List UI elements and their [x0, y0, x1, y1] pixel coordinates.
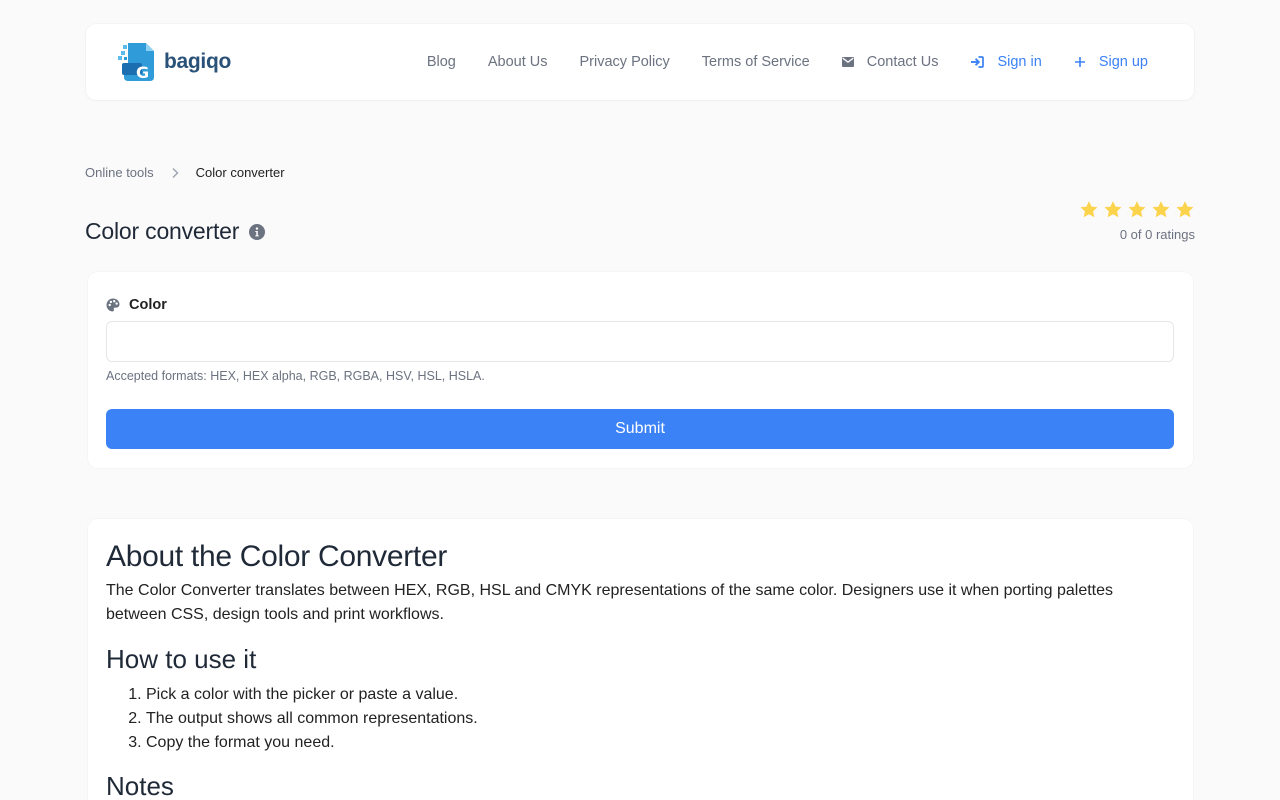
nav-privacy-link[interactable]: Privacy Policy: [580, 54, 670, 70]
howto-step: Pick a color with the picker or paste a …: [146, 683, 1175, 707]
brand-name: bagiqo: [164, 50, 232, 73]
logo-mark-icon: G: [118, 43, 154, 82]
nav-signup-label: Sign up: [1098, 54, 1148, 70]
about-description: The Color Converter translates between H…: [106, 582, 1114, 623]
palette-icon: [106, 298, 120, 312]
accepted-formats-hint: Accepted formats: HEX, HEX alpha, RGB, R…: [106, 369, 485, 383]
submit-button[interactable]: Submit: [106, 409, 1174, 449]
howto-step: Copy the format you need.: [146, 731, 1175, 755]
color-field-label: Color: [106, 297, 167, 313]
converter-form-card: Color Accepted formats: HEX, HEX alpha, …: [88, 272, 1193, 468]
star-icon[interactable]: [1151, 200, 1171, 220]
chevron-right-icon: [171, 167, 179, 179]
nav-signin-label: Sign in: [997, 54, 1042, 70]
star-icon[interactable]: [1127, 200, 1147, 220]
about-title: About the Color Converter: [106, 540, 448, 573]
page-title-row: Color converter: [85, 218, 266, 245]
howto-title: How to use it: [106, 644, 257, 674]
nav-contact-label: Contact Us: [866, 54, 939, 70]
breadcrumb-current: Color converter: [195, 165, 285, 180]
info-circle-icon[interactable]: [249, 223, 266, 240]
page-title: Color converter: [85, 218, 240, 244]
rating-widget: 0 of 0 ratings: [1079, 200, 1195, 242]
star-icon[interactable]: [1103, 200, 1123, 220]
about-section: About the Color Converter The Color Conv…: [88, 519, 1193, 800]
nav-about-link[interactable]: About Us: [488, 54, 548, 70]
brand-logo[interactable]: G bagiqo: [118, 41, 231, 83]
color-input[interactable]: [106, 321, 1174, 362]
star-icon[interactable]: [1079, 200, 1099, 220]
nav-signup-link[interactable]: Sign up: [1074, 54, 1148, 70]
envelope-icon: [841, 57, 854, 67]
breadcrumb-online-tools[interactable]: Online tools: [85, 165, 154, 180]
howto-steps: Pick a color with the picker or paste a …: [106, 683, 1175, 755]
color-label-text: Color: [129, 297, 167, 313]
nav-signin-link[interactable]: Sign in: [970, 54, 1042, 70]
notes-title: Notes: [106, 771, 174, 800]
breadcrumb: Online tools Color converter: [85, 165, 285, 180]
sign-in-icon: [970, 56, 985, 68]
nav-links: Blog About Us Privacy Policy Terms of Se…: [427, 24, 1148, 100]
rating-count: 0 of 0 ratings: [1119, 227, 1195, 242]
star-icon[interactable]: [1175, 200, 1195, 220]
svg-text:G: G: [136, 63, 149, 82]
plus-icon: [1074, 56, 1086, 68]
nav-terms-link[interactable]: Terms of Service: [702, 54, 810, 70]
top-navbar: G bagiqo Blog About Us Privacy Policy Te…: [86, 24, 1194, 100]
howto-step: The output shows all common representati…: [146, 707, 1175, 731]
star-rating[interactable]: [1079, 200, 1195, 220]
nav-contact-link[interactable]: Contact Us: [841, 54, 939, 70]
nav-blog-link[interactable]: Blog: [427, 54, 456, 70]
